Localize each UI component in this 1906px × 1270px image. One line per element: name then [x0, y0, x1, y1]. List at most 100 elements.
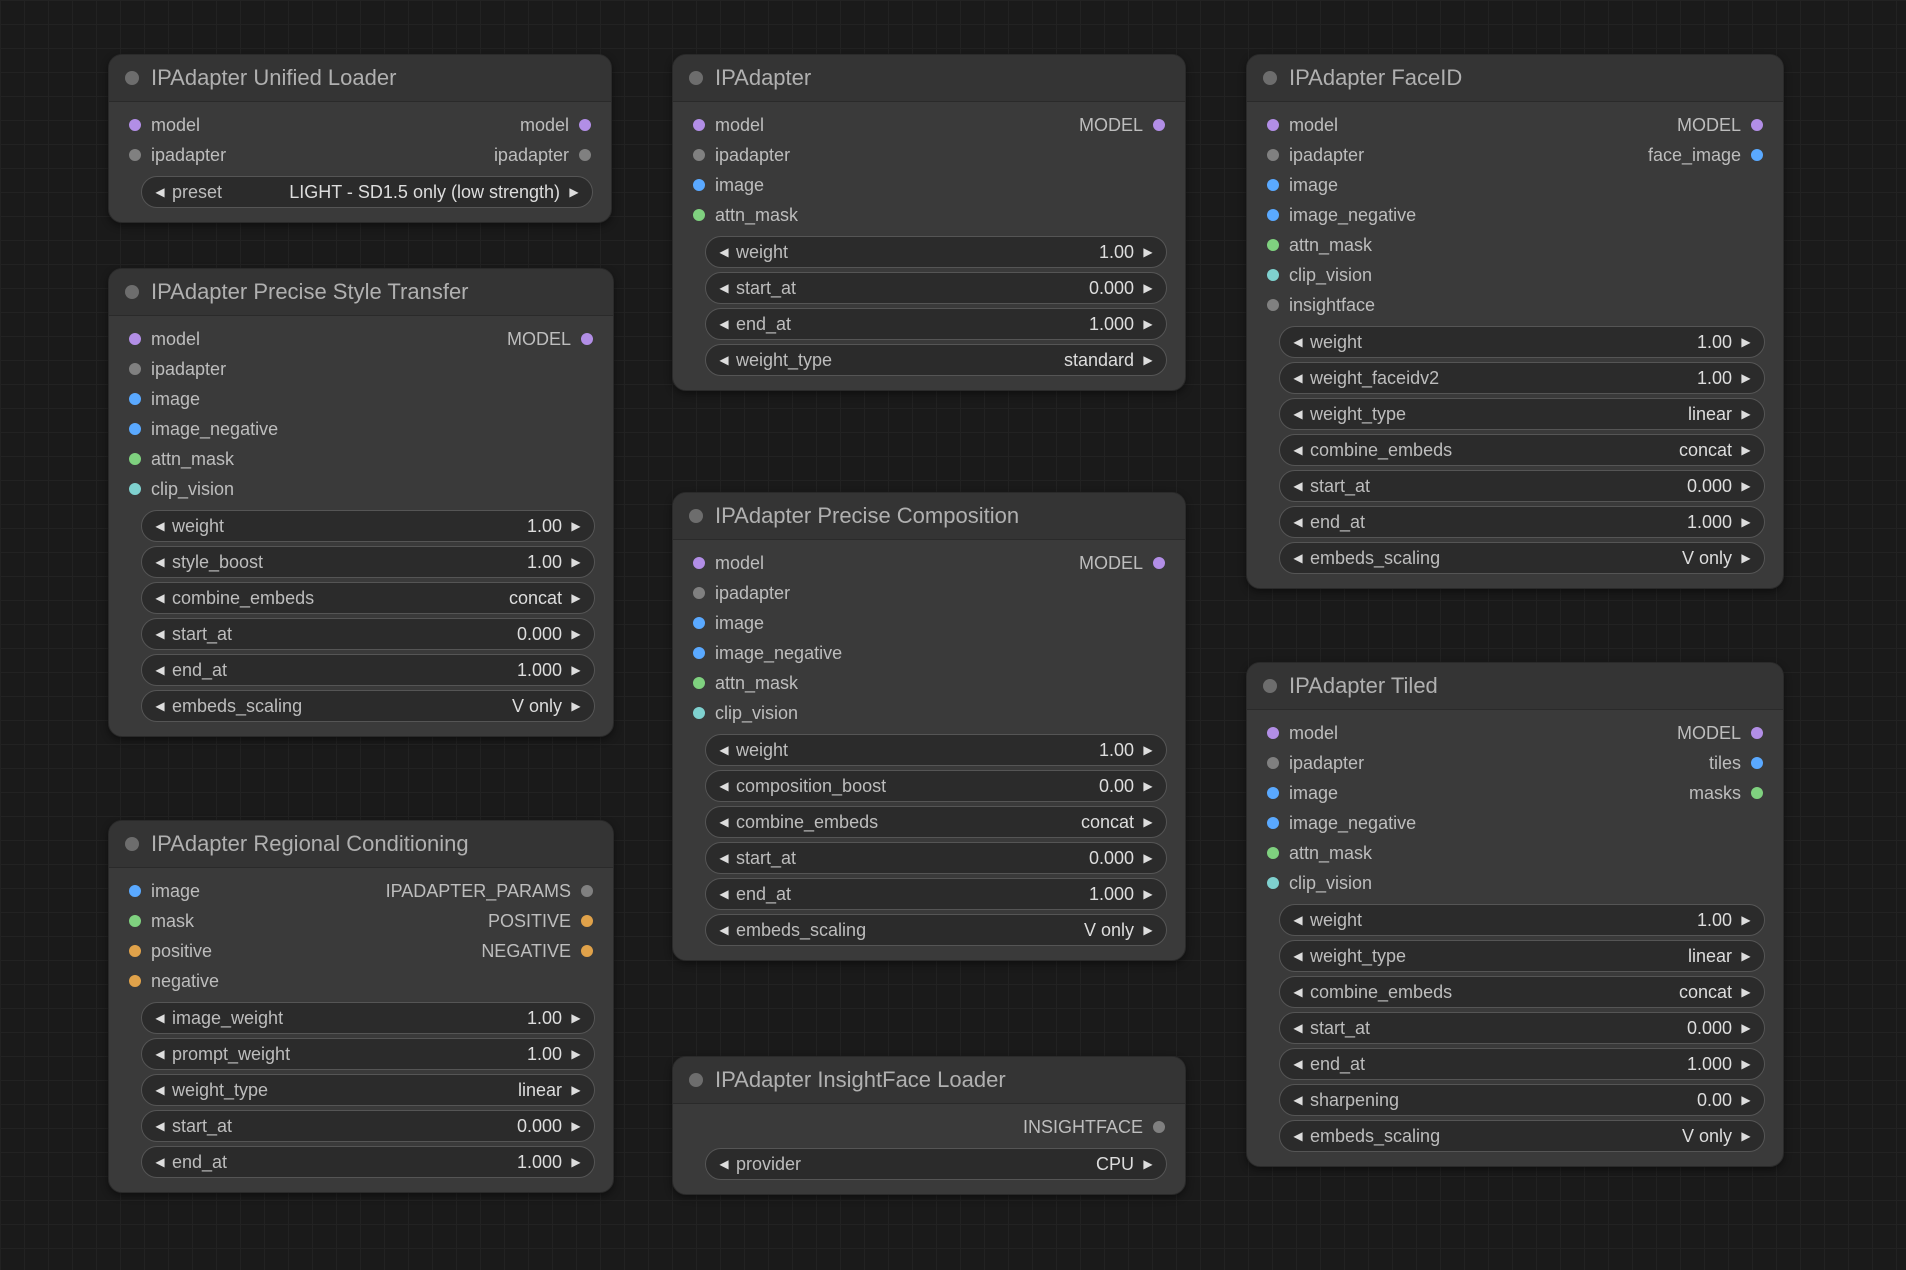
- chevron-right-icon[interactable]: ▶: [1140, 281, 1156, 295]
- input-port[interactable]: [1267, 787, 1279, 799]
- chevron-right-icon[interactable]: ▶: [568, 1083, 584, 1097]
- node-ipadapter-regional[interactable]: IPAdapter Regional ConditioningimageIPAD…: [108, 820, 614, 1193]
- output-port[interactable]: [581, 885, 593, 897]
- chevron-right-icon[interactable]: ▶: [1738, 443, 1754, 457]
- collapse-icon[interactable]: [689, 509, 703, 523]
- input-port[interactable]: [1267, 757, 1279, 769]
- node-header[interactable]: IPAdapter FaceID: [1247, 55, 1783, 102]
- param-start_at[interactable]: ◀start_at0.000▶: [141, 618, 595, 650]
- chevron-left-icon[interactable]: ◀: [152, 185, 168, 199]
- chevron-left-icon[interactable]: ◀: [716, 851, 732, 865]
- input-port[interactable]: [129, 333, 141, 345]
- input-port[interactable]: [1267, 149, 1279, 161]
- param-composition_boost[interactable]: ◀composition_boost0.00▶: [705, 770, 1167, 802]
- param-value[interactable]: 1.000: [517, 1152, 568, 1173]
- chevron-right-icon[interactable]: ▶: [568, 1119, 584, 1133]
- param-value[interactable]: 0.000: [1089, 278, 1140, 299]
- chevron-left-icon[interactable]: ◀: [152, 1083, 168, 1097]
- param-value[interactable]: 1.00: [527, 552, 568, 573]
- param-embeds_scaling[interactable]: ◀embeds_scalingV only▶: [1279, 542, 1765, 574]
- chevron-left-icon[interactable]: ◀: [152, 1011, 168, 1025]
- input-port[interactable]: [129, 149, 141, 161]
- param-start_at[interactable]: ◀start_at0.000▶: [1279, 1012, 1765, 1044]
- input-port[interactable]: [693, 707, 705, 719]
- output-port[interactable]: [581, 915, 593, 927]
- param-value[interactable]: concat: [1679, 440, 1738, 461]
- node-header[interactable]: IPAdapter Regional Conditioning: [109, 821, 613, 868]
- chevron-right-icon[interactable]: ▶: [1738, 479, 1754, 493]
- chevron-right-icon[interactable]: ▶: [1738, 515, 1754, 529]
- chevron-right-icon[interactable]: ▶: [1140, 743, 1156, 757]
- chevron-left-icon[interactable]: ◀: [716, 887, 732, 901]
- param-provider[interactable]: ◀providerCPU▶: [705, 1148, 1167, 1180]
- chevron-left-icon[interactable]: ◀: [1290, 913, 1306, 927]
- chevron-left-icon[interactable]: ◀: [716, 353, 732, 367]
- chevron-left-icon[interactable]: ◀: [152, 627, 168, 641]
- param-weight[interactable]: ◀weight1.00▶: [1279, 326, 1765, 358]
- param-combine_embeds[interactable]: ◀combine_embedsconcat▶: [705, 806, 1167, 838]
- input-port[interactable]: [129, 483, 141, 495]
- output-port[interactable]: [1751, 149, 1763, 161]
- param-value[interactable]: V only: [1682, 1126, 1738, 1147]
- param-value[interactable]: 0.00: [1099, 776, 1140, 797]
- chevron-right-icon[interactable]: ▶: [1738, 1021, 1754, 1035]
- output-port[interactable]: [1153, 119, 1165, 131]
- node-ipadapter-precise-comp[interactable]: IPAdapter Precise CompositionmodelMODELi…: [672, 492, 1186, 961]
- param-value[interactable]: V only: [512, 696, 568, 717]
- output-port[interactable]: [581, 945, 593, 957]
- input-port[interactable]: [129, 393, 141, 405]
- param-weight_faceidv2[interactable]: ◀weight_faceidv21.00▶: [1279, 362, 1765, 394]
- chevron-left-icon[interactable]: ◀: [152, 519, 168, 533]
- param-value[interactable]: concat: [509, 588, 568, 609]
- input-port[interactable]: [1267, 239, 1279, 251]
- chevron-left-icon[interactable]: ◀: [1290, 515, 1306, 529]
- input-port[interactable]: [693, 149, 705, 161]
- chevron-left-icon[interactable]: ◀: [152, 699, 168, 713]
- param-embeds_scaling[interactable]: ◀embeds_scalingV only▶: [1279, 1120, 1765, 1152]
- chevron-right-icon[interactable]: ▶: [1738, 949, 1754, 963]
- input-port[interactable]: [693, 587, 705, 599]
- param-value[interactable]: 0.000: [1089, 848, 1140, 869]
- chevron-left-icon[interactable]: ◀: [152, 591, 168, 605]
- param-weight_type[interactable]: ◀weight_typelinear▶: [141, 1074, 595, 1106]
- input-port[interactable]: [129, 885, 141, 897]
- chevron-left-icon[interactable]: ◀: [1290, 1021, 1306, 1035]
- chevron-left-icon[interactable]: ◀: [152, 663, 168, 677]
- chevron-left-icon[interactable]: ◀: [1290, 371, 1306, 385]
- chevron-right-icon[interactable]: ▶: [1140, 851, 1156, 865]
- chevron-left-icon[interactable]: ◀: [1290, 407, 1306, 421]
- node-ipadapter-precise-style[interactable]: IPAdapter Precise Style TransfermodelMOD…: [108, 268, 614, 737]
- param-value[interactable]: V only: [1682, 548, 1738, 569]
- chevron-right-icon[interactable]: ▶: [1738, 1129, 1754, 1143]
- input-port[interactable]: [1267, 119, 1279, 131]
- param-weight[interactable]: ◀weight1.00▶: [1279, 904, 1765, 936]
- param-value[interactable]: 0.00: [1697, 1090, 1738, 1111]
- input-port[interactable]: [693, 119, 705, 131]
- chevron-left-icon[interactable]: ◀: [716, 1157, 732, 1171]
- input-port[interactable]: [1267, 179, 1279, 191]
- output-port[interactable]: [579, 149, 591, 161]
- param-start_at[interactable]: ◀start_at0.000▶: [705, 842, 1167, 874]
- chevron-right-icon[interactable]: ▶: [568, 663, 584, 677]
- chevron-right-icon[interactable]: ▶: [1140, 887, 1156, 901]
- chevron-right-icon[interactable]: ▶: [568, 1011, 584, 1025]
- input-port[interactable]: [693, 557, 705, 569]
- chevron-left-icon[interactable]: ◀: [716, 245, 732, 259]
- param-value[interactable]: 1.00: [527, 1044, 568, 1065]
- output-port[interactable]: [1751, 727, 1763, 739]
- chevron-left-icon[interactable]: ◀: [716, 923, 732, 937]
- chevron-left-icon[interactable]: ◀: [1290, 335, 1306, 349]
- node-ipadapter-unified-loader[interactable]: IPAdapter Unified Loadermodelmodelipadap…: [108, 54, 612, 223]
- chevron-right-icon[interactable]: ▶: [568, 519, 584, 533]
- chevron-left-icon[interactable]: ◀: [1290, 479, 1306, 493]
- param-value[interactable]: 1.00: [527, 1008, 568, 1029]
- chevron-left-icon[interactable]: ◀: [716, 743, 732, 757]
- chevron-right-icon[interactable]: ▶: [1140, 245, 1156, 259]
- collapse-icon[interactable]: [689, 71, 703, 85]
- input-port[interactable]: [129, 363, 141, 375]
- param-value[interactable]: concat: [1081, 812, 1140, 833]
- chevron-left-icon[interactable]: ◀: [716, 317, 732, 331]
- chevron-right-icon[interactable]: ▶: [568, 591, 584, 605]
- chevron-left-icon[interactable]: ◀: [1290, 949, 1306, 963]
- param-value[interactable]: 0.000: [1687, 1018, 1738, 1039]
